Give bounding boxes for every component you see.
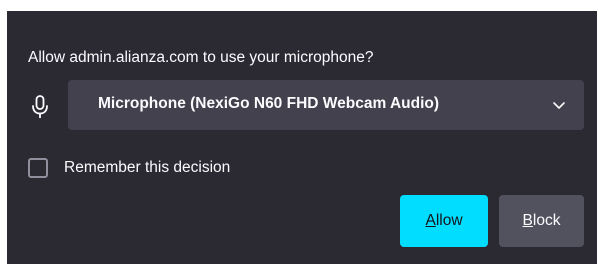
permission-prompt: Allow admin.alianza.com to use your micr… [28,49,374,66]
device-select[interactable]: Microphone (NexiGo N60 FHD Webcam Audio) [68,80,584,130]
block-accesskey: B [522,212,533,229]
device-select-value: Microphone (NexiGo N60 FHD Webcam Audio) [98,95,440,112]
remember-label[interactable]: Remember this decision [64,159,230,177]
remember-checkbox[interactable] [28,158,48,178]
remember-decision-row[interactable]: Remember this decision [28,157,230,179]
allow-label-rest: llow [435,212,463,229]
allow-accesskey: A [425,212,436,229]
block-label-rest: lock [532,212,561,229]
allow-button[interactable]: Allow [400,195,488,247]
block-button[interactable]: Block [499,195,584,247]
microphone-icon [32,95,48,118]
chevron-down-icon [553,102,565,109]
permission-dialog: Allow admin.alianza.com to use your micr… [7,11,597,264]
